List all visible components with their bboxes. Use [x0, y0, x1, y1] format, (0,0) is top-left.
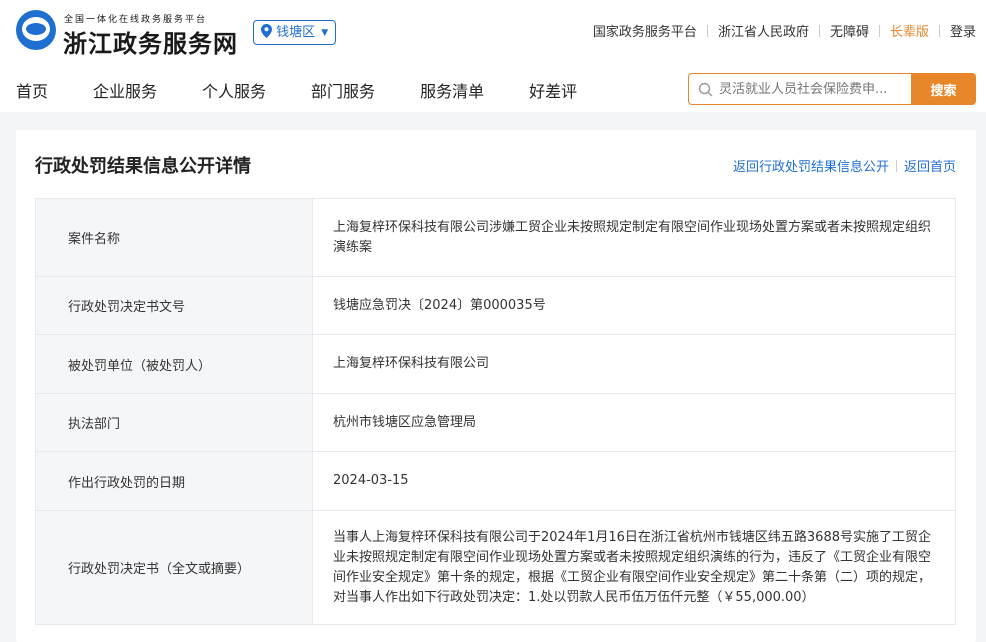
page-title: 行政处罚结果信息公开详情 — [35, 156, 251, 177]
field-value: 杭州市钱塘区应急管理局 — [312, 393, 956, 452]
divider — [818, 24, 820, 37]
table-row: 案件名称 上海复梓环保科技有限公司涉嫌工贸企业未按照规定制定有限空间作业现场处置… — [35, 198, 956, 277]
table-row: 行政处罚决定书（全文或摘要） 当事人上海复梓环保科技有限公司于2024年1月16… — [35, 510, 956, 625]
search-button[interactable]: 搜索 — [911, 73, 976, 105]
link-login[interactable]: 登录 — [950, 21, 976, 40]
field-value: 钱塘应急罚决〔2024〕第000035号 — [312, 276, 956, 335]
table-row: 行政处罚决定书文号 钱塘应急罚决〔2024〕第000035号 — [35, 276, 956, 335]
nav-personal-services[interactable]: 个人服务 — [202, 78, 266, 102]
penalty-detail-table: 案件名称 上海复梓环保科技有限公司涉嫌工贸企业未按照规定制定有限空间作业现场处置… — [35, 198, 956, 625]
field-value: 上海复梓环保科技有限公司 — [312, 334, 956, 394]
field-label: 执法部门 — [35, 393, 313, 452]
link-elder-mode[interactable]: 长辈版 — [890, 21, 929, 40]
divider — [706, 24, 708, 37]
site-title[interactable]: 浙江政务服务网 — [63, 24, 238, 59]
nav-enterprise-services[interactable]: 企业服务 — [93, 78, 157, 102]
link-back-to-list[interactable]: 返回行政处罚结果信息公开 — [733, 156, 889, 175]
link-back-home[interactable]: 返回首页 — [904, 156, 956, 175]
link-zhejiang-government[interactable]: 浙江省人民政府 — [718, 21, 809, 40]
field-label: 行政处罚决定书（全文或摘要） — [35, 510, 313, 625]
region-selector[interactable]: 钱塘区 ▼ — [253, 20, 336, 45]
link-national-platform[interactable]: 国家政务服务平台 — [593, 21, 697, 40]
search-bar: 搜索 — [688, 73, 976, 105]
caret-down-icon: ▼ — [321, 28, 329, 38]
nav-rating[interactable]: 好差评 — [529, 78, 577, 102]
region-label: 钱塘区 — [276, 25, 316, 40]
top-links: 国家政务服务平台 浙江省人民政府 无障碍 长辈版 登录 — [593, 21, 976, 40]
site-header: 全国一体化在线政务服务平台 浙江政务服务网 钱塘区 ▼ 国家政务服务平台 浙江省… — [0, 0, 986, 112]
nav-home[interactable]: 首页 — [16, 78, 48, 102]
divider — [938, 24, 940, 37]
field-value: 上海复梓环保科技有限公司涉嫌工贸企业未按照规定制定有限空间作业现场处置方案或者未… — [312, 198, 956, 277]
field-label: 案件名称 — [35, 198, 313, 277]
field-label: 被处罚单位（被处罚人） — [35, 334, 313, 394]
table-row: 被处罚单位（被处罚人） 上海复梓环保科技有限公司 — [35, 334, 956, 394]
divider — [878, 24, 880, 37]
search-icon — [698, 82, 713, 96]
nav-department-services[interactable]: 部门服务 — [311, 78, 375, 102]
search-box[interactable] — [688, 73, 911, 105]
location-pin-icon — [261, 24, 272, 38]
field-value: 当事人上海复梓环保科技有限公司于2024年1月16日在浙江省杭州市钱塘区纬五路3… — [312, 510, 956, 625]
detail-card: 行政处罚结果信息公开详情 返回行政处罚结果信息公开 返回首页 案件名称 上海复梓… — [16, 130, 976, 642]
main-nav: 首页 企业服务 个人服务 部门服务 服务清单 好差评 — [16, 78, 622, 102]
field-value: 2024-03-15 — [312, 451, 956, 511]
field-label: 作出行政处罚的日期 — [35, 451, 313, 511]
table-row: 执法部门 杭州市钱塘区应急管理局 — [35, 393, 956, 452]
divider — [895, 159, 897, 172]
field-label: 行政处罚决定书文号 — [35, 276, 313, 335]
search-input[interactable] — [719, 81, 909, 97]
zhejiang-gov-logo-icon[interactable] — [16, 10, 56, 50]
breadcrumb-links: 返回行政处罚结果信息公开 返回首页 — [733, 156, 956, 175]
nav-service-list[interactable]: 服务清单 — [420, 78, 484, 102]
table-row: 作出行政处罚的日期 2024-03-15 — [35, 451, 956, 511]
link-accessibility[interactable]: 无障碍 — [830, 21, 869, 40]
